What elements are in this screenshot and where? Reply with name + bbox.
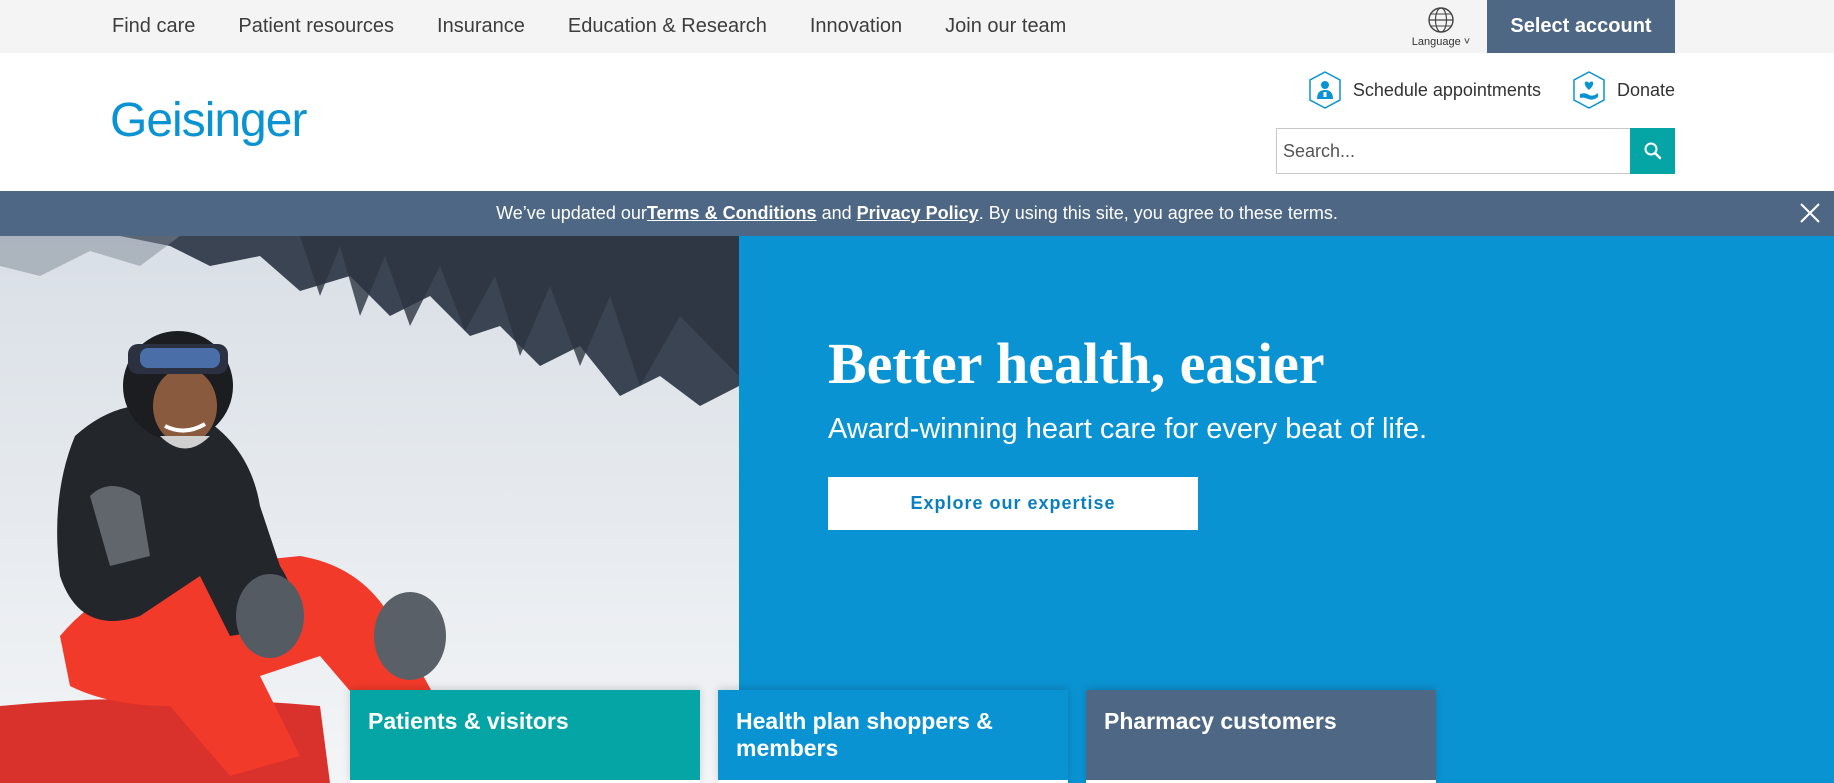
health-plan-card[interactable]: Health plan shoppers & members: [718, 690, 1068, 783]
hero-title: Better health, easier: [828, 331, 1325, 396]
doctor-icon: [1309, 71, 1341, 109]
nav-patient-resources[interactable]: Patient resources: [238, 0, 394, 53]
language-label: Language ˅: [1411, 36, 1471, 48]
language-selector[interactable]: Language ˅: [1408, 0, 1474, 53]
nav-join-our-team[interactable]: Join our team: [945, 0, 1066, 53]
terms-conditions-link[interactable]: Terms & Conditions: [647, 203, 817, 224]
privacy-policy-link[interactable]: Privacy Policy: [857, 203, 979, 224]
globe-icon: [1428, 7, 1454, 33]
card-label: Health plan shoppers & members: [736, 708, 993, 761]
card-label: Patients & visitors: [368, 708, 569, 734]
search-input[interactable]: [1276, 128, 1630, 174]
heart-hand-icon: [1573, 71, 1605, 109]
donate-link[interactable]: Donate: [1569, 70, 1675, 110]
top-navigation: Find care Patient resources Insurance Ed…: [112, 0, 1109, 53]
search-button[interactable]: [1630, 128, 1675, 174]
schedule-appointments-link[interactable]: Schedule appointments: [1305, 70, 1541, 110]
site-header: Geisinger Schedule appointments Donate: [0, 53, 1834, 191]
select-account-button[interactable]: Select account: [1487, 0, 1675, 53]
nav-find-care[interactable]: Find care: [112, 0, 195, 53]
card-label: Pharmacy customers: [1104, 708, 1337, 734]
donate-label: Donate: [1616, 79, 1675, 100]
schedule-appointments-label: Schedule appointments: [1352, 79, 1541, 100]
notice-text-before: We’ve updated our: [496, 203, 647, 223]
header-utility-links: Schedule appointments Donate: [1305, 70, 1675, 110]
pharmacy-customers-card[interactable]: Pharmacy customers: [1086, 690, 1436, 783]
geisinger-logo[interactable]: Geisinger: [110, 93, 307, 148]
hero-subtitle: Award-winning heart care for every beat …: [828, 413, 1428, 445]
search-icon: [1644, 142, 1661, 160]
notice-text-and: and: [816, 203, 857, 223]
nav-innovation[interactable]: Innovation: [810, 0, 902, 53]
patients-visitors-card[interactable]: Patients & visitors: [350, 690, 700, 783]
close-icon[interactable]: [1798, 201, 1822, 225]
search-form: [1276, 128, 1675, 174]
explore-expertise-button[interactable]: Explore our expertise: [828, 477, 1198, 530]
terms-notice-bar: We’ve updated our Terms & Conditions and…: [0, 191, 1834, 236]
notice-text-after: . By using this site, you agree to these…: [978, 203, 1338, 223]
nav-insurance[interactable]: Insurance: [437, 0, 525, 53]
nav-education-research[interactable]: Education & Research: [568, 0, 767, 53]
top-utility-bar: Find care Patient resources Insurance Ed…: [0, 0, 1834, 53]
